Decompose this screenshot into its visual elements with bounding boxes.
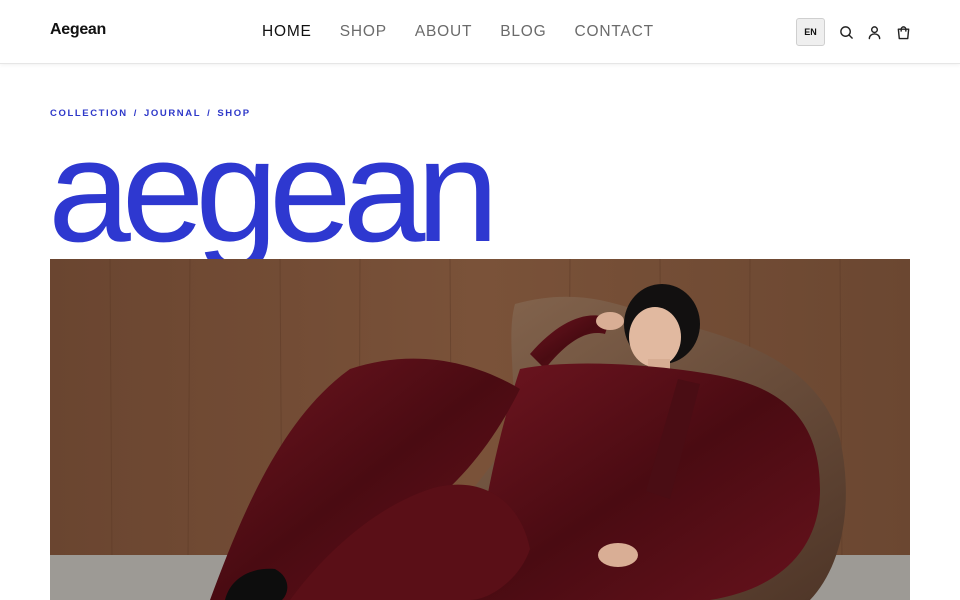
- site-header: Aegean HOME SHOP ABOUT BLOG CONTACT EN: [0, 0, 960, 64]
- nav-blog[interactable]: BLOG: [500, 23, 546, 41]
- brand-logo[interactable]: Aegean: [50, 21, 106, 39]
- nav-about[interactable]: ABOUT: [415, 23, 472, 41]
- nav-shop[interactable]: SHOP: [340, 23, 387, 41]
- main-nav: HOME SHOP ABOUT BLOG CONTACT: [262, 23, 682, 41]
- language-selector[interactable]: EN: [796, 18, 825, 46]
- hero-image: [50, 259, 910, 600]
- nav-home[interactable]: HOME: [262, 23, 312, 41]
- cart-icon[interactable]: [894, 23, 912, 41]
- user-icon[interactable]: [865, 23, 883, 41]
- search-icon[interactable]: [837, 23, 855, 41]
- hero-title: aegean: [48, 109, 499, 272]
- nav-contact[interactable]: CONTACT: [575, 23, 654, 41]
